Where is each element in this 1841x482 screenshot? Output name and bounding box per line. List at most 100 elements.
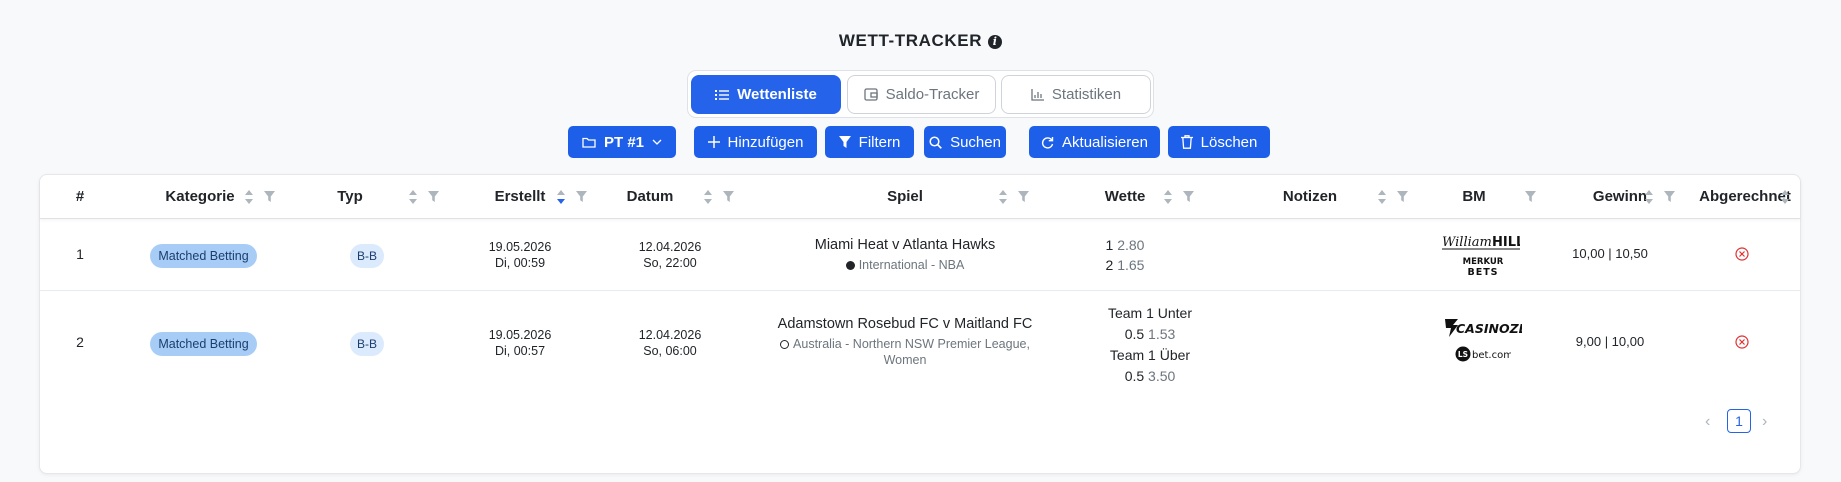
refresh-button-label: Aktualisieren	[1062, 133, 1148, 151]
sort-icon[interactable]	[408, 189, 418, 205]
sort-icon[interactable]	[1163, 189, 1173, 205]
info-icon[interactable]: i	[988, 35, 1003, 49]
filter-icon[interactable]	[576, 191, 587, 202]
type-badge: B-B	[350, 332, 384, 356]
filter-button[interactable]: Filtern	[825, 126, 914, 158]
row-number: 2	[76, 334, 84, 350]
search-button[interactable]: Suchen	[924, 126, 1006, 158]
type-badge: B-B	[350, 244, 384, 268]
event-time: So, 06:00	[643, 344, 697, 358]
date-cell: 12.04.2026 So, 06:00	[610, 327, 730, 359]
sort-icon[interactable]	[998, 189, 1008, 205]
svg-text:CASINOZER: CASINOZER	[1456, 321, 1522, 336]
filter-icon[interactable]	[1183, 191, 1194, 202]
category-badge: Matched Betting	[150, 244, 257, 268]
william-hill-logo: WilliamHILL	[1442, 231, 1524, 256]
profile-label: PT #1	[603, 133, 645, 151]
casinozer-logo: CASINOZER	[1444, 316, 1537, 345]
bet-odds: 2.80	[1117, 237, 1145, 253]
game-cell: Miami Heat v Atlanta Hawks International…	[740, 237, 1070, 273]
bet-label: Team 1 Unter	[1107, 305, 1193, 321]
sort-icon[interactable]	[244, 189, 254, 205]
bet-cell: Team 1 Unter 0.5 1.53 Team 1 Über 0.5 3.…	[1080, 303, 1220, 387]
svg-text:HILL: HILL	[1492, 235, 1520, 250]
sort-desc-icon[interactable]	[556, 189, 566, 205]
col-header-bm: BM	[1462, 188, 1486, 205]
svg-text:bet.com: bet.com	[1472, 350, 1511, 361]
event-time: So, 22:00	[643, 256, 697, 270]
sort-icon[interactable]	[703, 189, 713, 205]
refresh-button[interactable]: Aktualisieren	[1029, 126, 1160, 158]
folder-icon	[582, 137, 596, 148]
add-button[interactable]: Hinzufügen	[694, 126, 817, 158]
league-name-cont: Women	[883, 353, 927, 367]
col-header-datum: Datum	[626, 188, 674, 205]
not-settled-icon[interactable]	[1735, 335, 1749, 349]
pagination-page[interactable]: 1	[1727, 409, 1751, 433]
league-name: International - NBA	[858, 258, 965, 272]
category-badge: Matched Betting	[150, 332, 257, 356]
wallet-icon	[864, 88, 878, 101]
col-header-erstellt: Erstellt	[494, 188, 546, 205]
tab-wettenliste-label: Wettenliste	[737, 86, 817, 103]
sort-icon[interactable]	[1644, 189, 1654, 205]
soccer-ball-icon	[780, 340, 790, 349]
sort-icon[interactable]	[1377, 189, 1387, 205]
event-date: 12.04.2026	[638, 240, 702, 254]
tab-wettenliste[interactable]: Wettenliste	[691, 75, 841, 114]
svg-text:MERKUR: MERKUR	[1463, 257, 1504, 267]
bar-chart-icon	[1031, 88, 1044, 101]
filter-icon	[838, 136, 851, 148]
league-info: International - NBA	[740, 257, 1070, 273]
filter-icon[interactable]	[1018, 191, 1029, 202]
filter-icon[interactable]	[428, 191, 439, 202]
bet-odds: 1.65	[1117, 257, 1145, 273]
bet-label: 2	[1105, 257, 1114, 273]
pagination-next[interactable]: ›	[1762, 413, 1767, 431]
tab-saldo-tracker-label: Saldo-Tracker	[885, 86, 980, 103]
chevron-down-icon	[652, 139, 662, 145]
plus-icon	[707, 136, 720, 148]
created-time: Di, 00:59	[494, 256, 546, 270]
delete-button-label: Löschen	[1200, 133, 1258, 151]
filter-icon[interactable]	[264, 191, 275, 202]
profile-dropdown[interactable]: PT #1	[568, 126, 676, 158]
page-title-text: WETT-TRACKER	[838, 31, 983, 50]
refresh-icon	[1041, 136, 1054, 149]
filter-button-label: Filtern	[858, 133, 901, 151]
league-name: Australia - Northern NSW Premier League,	[793, 337, 1030, 351]
filter-icon[interactable]	[723, 191, 734, 202]
delete-button[interactable]: Löschen	[1168, 126, 1270, 158]
filter-icon[interactable]	[1397, 191, 1408, 202]
game-name: Adamstown Rosebud FC v Maitland FC	[777, 316, 1033, 332]
bet-label: 1	[1105, 237, 1114, 253]
bet-odds: 3.50	[1148, 368, 1176, 384]
game-name: Miami Heat v Atlanta Hawks	[814, 237, 996, 253]
basketball-icon	[845, 261, 855, 270]
bet-line: 0.5	[1124, 326, 1145, 342]
col-header-kategorie: Kategorie	[165, 188, 235, 205]
date-cell: 12.04.2026 So, 22:00	[610, 239, 730, 271]
not-settled-icon[interactable]	[1735, 247, 1749, 261]
filter-icon[interactable]	[1525, 191, 1536, 202]
bet-label: Team 1 Über	[1109, 347, 1191, 363]
profit-cell: 10,00 | 10,50	[1572, 246, 1648, 261]
tab-statistiken[interactable]: Statistiken	[1001, 75, 1151, 114]
search-icon	[929, 135, 942, 149]
add-button-label: Hinzufügen	[727, 133, 804, 151]
filter-icon[interactable]	[1664, 191, 1675, 202]
col-header-notizen: Notizen	[1282, 188, 1338, 205]
svg-text:LS: LS	[1458, 350, 1468, 359]
lsbet-logo: LS bet.com	[1455, 345, 1513, 368]
table-header: # Kategorie Typ Erstellt Datum Spiel Wet…	[40, 175, 1800, 219]
tab-statistiken-label: Statistiken	[1051, 86, 1122, 103]
pagination-prev[interactable]: ‹	[1705, 413, 1710, 431]
sort-icon[interactable]	[1780, 189, 1790, 205]
profit-cell: 9,00 | 10,00	[1575, 334, 1645, 349]
page-title: WETT-TRACKER i	[0, 31, 1841, 51]
col-header-typ: Typ	[337, 188, 363, 205]
bet-odds: 1.53	[1148, 326, 1176, 342]
tab-saldo-tracker[interactable]: Saldo-Tracker	[847, 75, 996, 114]
svg-text:William: William	[1442, 235, 1492, 250]
trash-icon	[1180, 135, 1193, 149]
